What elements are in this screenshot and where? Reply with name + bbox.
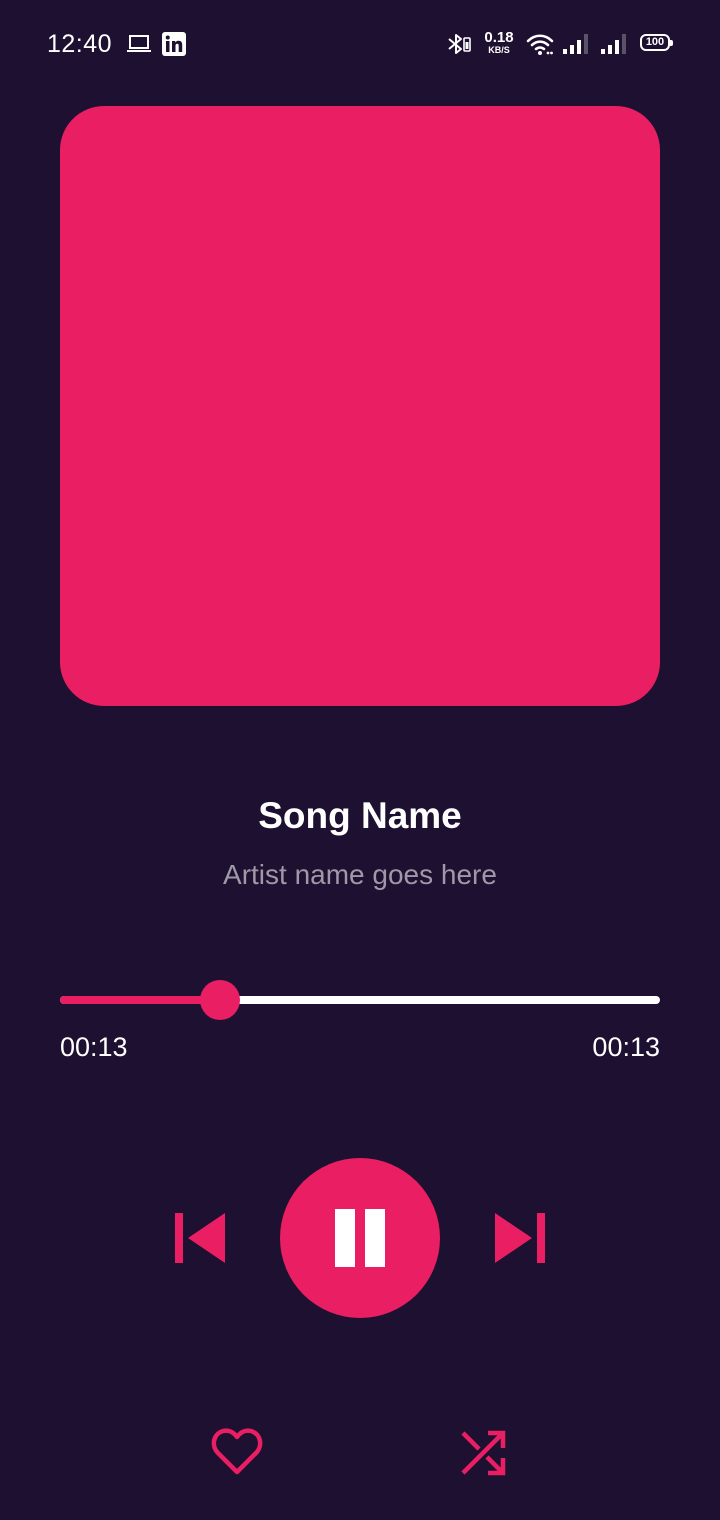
pause-bar-right (365, 1209, 385, 1267)
total-time: 00:13 (592, 1032, 660, 1062)
shuffle-icon (461, 1430, 506, 1476)
skip-next-icon (495, 1213, 545, 1263)
bluetooth-icon (448, 34, 471, 54)
music-player-screen: 12:40 0.18 KB/S 100 Song Name Artist nam… (0, 0, 720, 1520)
network-speed-unit: KB/S (488, 45, 510, 55)
skip-next-button[interactable] (494, 1212, 546, 1264)
album-art (60, 106, 660, 706)
signal-icon-1 (563, 34, 588, 54)
wifi-icon (526, 34, 554, 55)
skip-previous-icon (175, 1213, 225, 1263)
elapsed-time: 00:13 (60, 1032, 128, 1062)
favorite-button[interactable] (210, 1426, 264, 1476)
progress-slider[interactable] (60, 980, 660, 1020)
song-title: Song Name (258, 795, 462, 836)
slider-fill (60, 996, 220, 1004)
play-pause-button[interactable] (280, 1158, 440, 1318)
laptop-icon (127, 35, 151, 52)
slider-thumb[interactable] (200, 980, 240, 1020)
status-bar: 12:40 0.18 KB/S 100 (0, 0, 720, 88)
signal-icon-2 (601, 34, 626, 54)
network-speed-value: 0.18 (484, 29, 514, 46)
status-time: 12:40 (47, 30, 113, 58)
network-speed: 0.18 KB/S (481, 30, 517, 55)
heart-icon (211, 1428, 263, 1475)
skip-previous-button[interactable] (174, 1212, 226, 1264)
linkedin-icon (162, 32, 186, 56)
battery-icon: 100 (640, 34, 673, 51)
shuffle-button[interactable] (460, 1430, 506, 1476)
artist-name: Artist name goes here (223, 859, 497, 890)
pause-bar-left (335, 1209, 355, 1267)
